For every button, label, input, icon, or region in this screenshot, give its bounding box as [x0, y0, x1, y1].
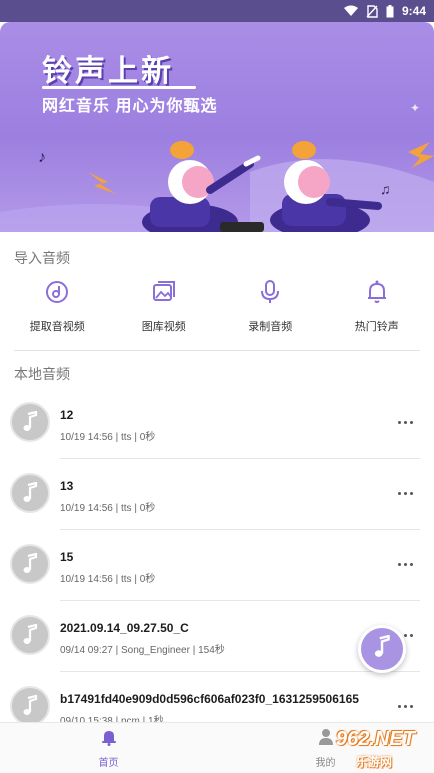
audio-meta: 10/19 14:56 | tts | 0秒 [60, 503, 156, 514]
music-note-icon [371, 634, 393, 664]
list-item[interactable]: 12 10/19 14:56 | tts | 0秒 [0, 388, 434, 459]
import-actions: 提取音视频 图库视频 录制音频 热门铃声 [0, 278, 434, 340]
local-section-title: 本地音频 [14, 366, 70, 382]
promo-banner[interactable]: ♪ ♫ ✦ 铃声上新 网红音乐 用心为你甄选 [0, 22, 434, 232]
audio-meta: 10/19 14:56 | tts | 0秒 [60, 432, 156, 443]
audio-name: b17491fd40e909d0d596cf606af023f0_1631259… [60, 692, 359, 706]
status-bar: 9:44 [0, 0, 434, 22]
audio-meta: 10/19 14:56 | tts | 0秒 [60, 574, 156, 585]
section-divider [14, 350, 420, 351]
floating-music-button[interactable] [358, 625, 406, 673]
action-label: 热门铃声 [354, 321, 399, 333]
more-options-icon[interactable] [390, 414, 420, 430]
microphone-icon [256, 278, 284, 306]
svg-text:✦: ✦ [410, 101, 420, 115]
banner-subtitle: 网红音乐 用心为你甄选 [42, 98, 218, 115]
list-item[interactable]: 13 10/19 14:56 | tts | 0秒 [0, 459, 434, 530]
banner-title: 铃声上新 [42, 55, 174, 88]
audio-name: 15 [60, 550, 74, 564]
status-time: 9:44 [401, 4, 426, 18]
bell-icon [101, 728, 117, 751]
battery-icon [386, 4, 394, 18]
svg-text:♪: ♪ [38, 149, 46, 166]
action-label: 提取音视频 [29, 321, 85, 333]
watermark-logo: 962.NET [336, 728, 415, 750]
list-item[interactable]: 15 10/19 14:56 | tts | 0秒 [0, 530, 434, 601]
gallery-video-button[interactable]: 图库视频 [114, 278, 214, 340]
music-note-icon [10, 615, 50, 655]
nav-mine-label: 我的 [315, 757, 336, 769]
audio-meta: 09/14 09:27 | Song_Engineer | 154秒 [60, 645, 225, 656]
more-options-icon[interactable] [390, 485, 420, 501]
record-audio-button[interactable]: 录制音频 [220, 278, 320, 340]
action-label: 图库视频 [141, 321, 186, 333]
audio-name: 13 [60, 479, 74, 493]
nav-home[interactable]: 首页 [0, 723, 217, 773]
more-options-icon[interactable] [390, 698, 420, 714]
extract-audio-video-button[interactable]: 提取音视频 [7, 278, 107, 340]
extract-icon [43, 278, 71, 306]
import-section-title: 导入音频 [14, 250, 70, 266]
wifi-icon [343, 5, 358, 17]
nav-home-label: 首页 [98, 757, 119, 769]
user-icon [318, 728, 334, 751]
bell-icon [363, 278, 391, 306]
audio-name: 12 [60, 408, 74, 422]
music-note-icon [10, 686, 50, 726]
hot-ringtones-button[interactable]: 热门铃声 [327, 278, 427, 340]
audio-name: 2021.09.14_09.27.50_C [60, 621, 189, 635]
banner-underline [42, 86, 196, 89]
more-options-icon[interactable] [390, 556, 420, 572]
music-note-icon [10, 473, 50, 513]
watermark-subtext: 乐游网 [356, 755, 393, 769]
music-note-icon [10, 402, 50, 442]
gallery-icon [150, 278, 178, 306]
svg-text:♫: ♫ [380, 181, 391, 197]
action-label: 录制音频 [248, 321, 293, 333]
music-note-icon [10, 544, 50, 584]
no-sim-icon [366, 4, 378, 18]
